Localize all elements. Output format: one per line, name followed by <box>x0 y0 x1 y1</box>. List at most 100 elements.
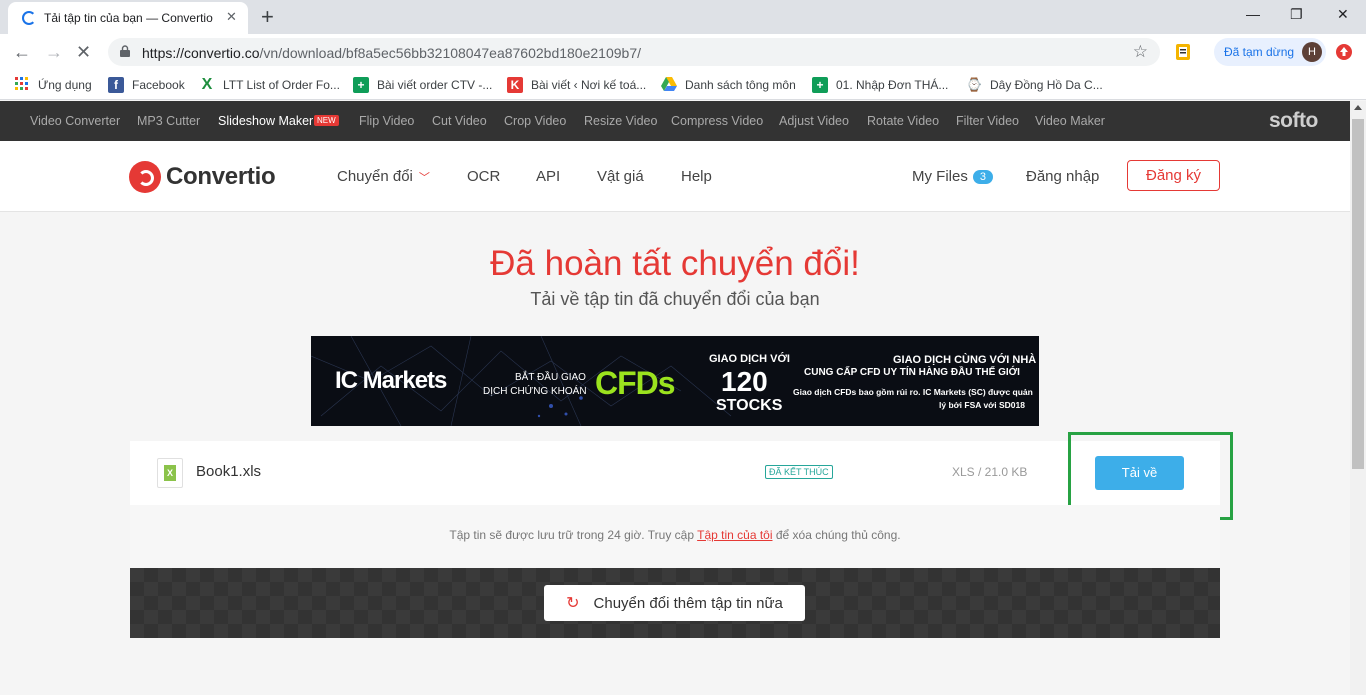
bookmark-label: Danh sách tông môn <box>685 78 796 92</box>
back-arrow-icon[interactable]: ← <box>13 42 31 63</box>
tool-link[interactable]: Flip Video <box>359 114 414 128</box>
address-bar[interactable]: https://convertio.co/vn/download/bf8a5ec… <box>108 38 1160 66</box>
watch-icon: ⌚ <box>966 77 983 92</box>
tool-link[interactable]: Rotate Video <box>867 114 939 128</box>
banner-right3: Giao dịch CFDs bao gồm rủi ro. IC Market… <box>793 387 1033 397</box>
scroll-up-icon[interactable] <box>1354 105 1362 110</box>
stop-icon[interactable]: ✕ <box>76 42 91 63</box>
window-close-icon[interactable]: ✕ <box>1337 6 1349 23</box>
page-viewport: Video Converter MP3 Cutter Slideshow Mak… <box>0 101 1350 695</box>
tool-link[interactable]: MP3 Cutter <box>137 114 200 128</box>
refresh-icon: ↻ <box>566 595 580 612</box>
tool-link[interactable]: Adjust Video <box>779 114 849 128</box>
excel-x-icon: X <box>201 76 213 93</box>
nav-convert-label: Chuyển đổi <box>337 168 413 185</box>
bookmarks-bar: Ứng dụng f Facebook X LTT List of Order Fo… <box>0 70 1366 100</box>
banner-brand: IC Markets <box>335 367 447 394</box>
softo-logo[interactable]: softo <box>1269 109 1318 133</box>
bookmark-label: Bài viết order CTV -... <box>377 78 493 92</box>
banner-line1: BẮT ĐẦU GIAO <box>515 372 586 383</box>
signup-button[interactable]: Đăng ký <box>1127 160 1220 191</box>
bookmark-apps[interactable]: Ứng dụng <box>14 76 92 94</box>
bookmark-ke-toan[interactable]: K Bài viết ‹ Nơi kế toá... <box>507 76 646 94</box>
my-files-link[interactable]: Tập tin của tôi <box>697 528 772 542</box>
forward-arrow-icon[interactable]: → <box>45 42 63 63</box>
bookmark-tong-mon[interactable]: Danh sách tông môn <box>661 76 796 94</box>
tool-link[interactable]: Compress Video <box>671 114 763 128</box>
nav-api[interactable]: API <box>536 168 560 185</box>
sheets-icon: + <box>812 77 828 93</box>
page-scrollbar[interactable] <box>1350 101 1366 695</box>
tool-link-active[interactable]: Slideshow Maker <box>218 114 313 128</box>
bookmark-label: Dây Đồng Hồ Da C... <box>990 78 1103 92</box>
status-badge: ĐÃ KẾT THÚC <box>765 465 833 479</box>
tool-link[interactable]: Resize Video <box>584 114 657 128</box>
profile-status: Đã tạm dừng <box>1224 45 1295 59</box>
browser-tab[interactable]: Tải tập tin của bạn — Convertio ✕ <box>8 2 248 34</box>
loading-spinner-icon <box>22 11 36 25</box>
file-icon-letter: X <box>164 465 176 481</box>
bookmark-nhap-don[interactable]: +01. Nhập Đơn THÁ... <box>812 76 948 94</box>
facebook-icon: f <box>108 77 124 93</box>
bookmark-label: Bài viết ‹ Nơi kế toá... <box>531 78 647 92</box>
profile-paused-chip[interactable]: Đã tạm dừng H <box>1214 38 1326 66</box>
nav-convert[interactable]: Chuyển đổi ﹀ <box>337 168 430 185</box>
drive-icon <box>661 77 677 93</box>
tool-link[interactable]: Video Maker <box>1035 114 1105 128</box>
page-title: Đã hoàn tất chuyển đổi! <box>490 244 860 283</box>
nav-pricing[interactable]: Vật giá <box>597 168 644 185</box>
bookmark-order-ctv[interactable]: + Bài viết order CTV -... <box>353 76 492 94</box>
banner-stocks: STOCKS <box>716 397 783 414</box>
tool-link[interactable]: Video Converter <box>30 114 120 128</box>
file-size: XLS / 21.0 KB <box>952 465 1028 479</box>
xls-file-icon: X <box>157 458 183 488</box>
browser-tab-strip: Tải tập tin của bạn — Convertio ✕ + — ❐ … <box>0 0 1366 34</box>
apps-grid-icon <box>14 77 30 93</box>
url-text: https://convertio.co/vn/download/bf8a5ec… <box>142 45 641 61</box>
note-text: Tập tin sẽ được lưu trữ trong 24 giờ. Tr… <box>449 528 698 542</box>
file-row: X Book1.xls ĐÃ KẾT THÚC XLS / 21.0 KB Tả… <box>130 441 1220 505</box>
site-header: Convertio Chuyển đổi ﹀ OCR API Vật giá He… <box>0 141 1350 212</box>
banner-line2: DỊCH CHỨNG KHOÁN <box>483 386 587 397</box>
bookmark-label: Ứng dụng <box>38 78 92 92</box>
bookmark-facebook[interactable]: f Facebook <box>108 76 185 94</box>
bookmark-label: LTT List of Order Fo... <box>223 78 340 92</box>
tab-title: Tải tập tin của bạn — Convertio <box>44 11 213 25</box>
tool-link[interactable]: Cut Video <box>432 114 487 128</box>
new-tab-icon[interactable]: + <box>261 4 274 30</box>
banner-right2: CUNG CẤP CFD UY TÍN HÀNG ĐẦU THẾ GIỚI <box>804 367 1020 378</box>
scrollbar-thumb[interactable] <box>1352 119 1364 469</box>
bookmark-ltt[interactable]: X LTT List of Order Fo... <box>199 76 340 94</box>
tool-link[interactable]: Filter Video <box>956 114 1019 128</box>
bookmark-star-icon[interactable]: ☆ <box>1133 42 1148 62</box>
extension-icon[interactable] <box>1175 43 1191 61</box>
storage-note: Tập tin sẽ được lưu trữ trong 24 giờ. Tr… <box>130 505 1220 568</box>
convertio-logo-icon <box>129 161 161 193</box>
avatar: H <box>1302 42 1322 62</box>
banner-right1: GIAO DỊCH CÙNG VỚI NHÀ <box>893 354 1037 366</box>
minimize-icon[interactable]: — <box>1246 6 1260 22</box>
chevron-down-icon: ﹀ <box>418 172 430 184</box>
login-link[interactable]: Đăng nhập <box>1026 168 1099 185</box>
softo-tools-bar: Video Converter MP3 Cutter Slideshow Mak… <box>0 101 1350 141</box>
tool-link[interactable]: Crop Video <box>504 114 566 128</box>
convert-more-button[interactable]: ↻ Chuyển đổi thêm tập tin nữa <box>544 585 805 621</box>
banner-cfds: CFDs <box>595 365 676 401</box>
nav-ocr[interactable]: OCR <box>467 168 500 185</box>
sheets-icon: + <box>353 77 369 93</box>
ad-banner[interactable]: IC Markets BẮT ĐẦU GIAO DỊCH CHỨNG KHOÁN… <box>311 336 1039 426</box>
update-icon[interactable] <box>1336 44 1352 60</box>
url-host: https://convertio.co <box>142 45 260 61</box>
my-files-link[interactable]: My Files 3 <box>912 168 993 185</box>
banner-right4: lý bởi FSA với SD018 <box>939 400 1025 410</box>
page-subtitle: Tải về tập tin đã chuyển đổi của bạn <box>530 289 820 309</box>
bookmark-day-dong-ho[interactable]: ⌚ Dây Đồng Hồ Da C... <box>966 76 1103 94</box>
maximize-icon[interactable]: ❐ <box>1290 6 1303 23</box>
nav-help[interactable]: Help <box>681 168 712 185</box>
file-name: Book1.xls <box>196 463 262 480</box>
banner-count: 120 <box>721 366 768 397</box>
convert-more-area: ↻ Chuyển đổi thêm tập tin nữa <box>130 568 1220 638</box>
tab-close-icon[interactable]: ✕ <box>226 9 237 25</box>
convertio-logo[interactable]: Convertio <box>129 161 276 193</box>
bookmark-label: Facebook <box>132 78 185 92</box>
